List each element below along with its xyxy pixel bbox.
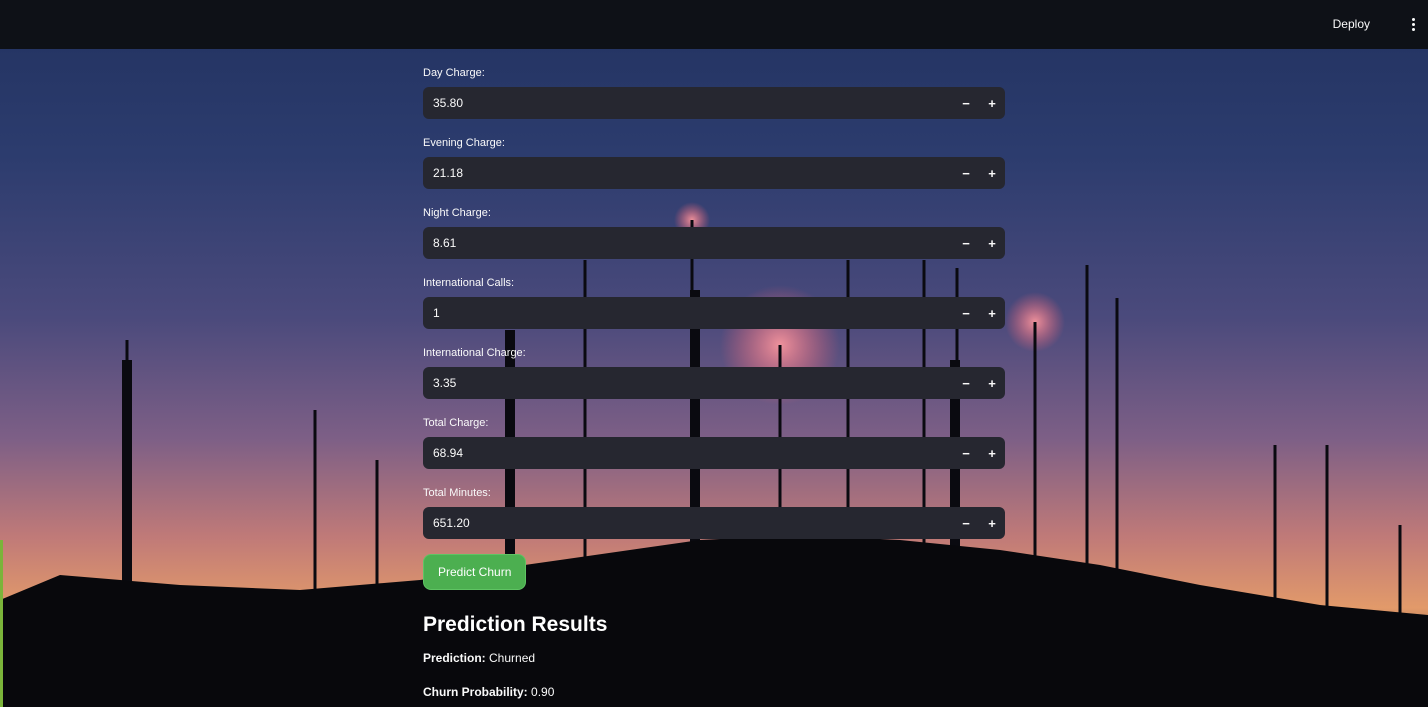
deploy-button[interactable]: Deploy xyxy=(1327,14,1376,34)
number-input: 21.18 − + xyxy=(423,157,1005,189)
decrement-button[interactable]: − xyxy=(953,87,979,119)
predict-churn-button[interactable]: Predict Churn xyxy=(423,554,527,590)
prediction-label: Prediction: xyxy=(423,651,486,665)
number-input: 1 − + xyxy=(423,297,1005,329)
field-label: Evening Charge: xyxy=(423,137,505,149)
evening-charge-field: Evening Charge: 21.18 − + xyxy=(423,136,1005,189)
field-label: International Calls: xyxy=(423,277,515,289)
number-input: 651.20 − + xyxy=(423,507,1005,539)
increment-button[interactable]: + xyxy=(979,157,1005,189)
prediction-result: Prediction: Churned xyxy=(423,650,1005,666)
number-input: 35.80 − + xyxy=(423,87,1005,119)
international-charge-field: International Charge: 3.35 − + xyxy=(423,346,1005,399)
number-input-value[interactable]: 8.61 xyxy=(423,236,953,250)
total-charge-field: Total Charge: 68.94 − + xyxy=(423,416,1005,469)
number-input: 3.35 − + xyxy=(423,367,1005,399)
vertical-ellipsis-icon[interactable] xyxy=(1404,14,1422,34)
increment-button[interactable]: + xyxy=(979,227,1005,259)
prediction-value: Churned xyxy=(489,651,536,665)
decrement-button[interactable]: − xyxy=(953,297,979,329)
increment-button[interactable]: + xyxy=(979,297,1005,329)
decrement-button[interactable]: − xyxy=(953,367,979,399)
field-label: International Charge: xyxy=(423,347,526,359)
increment-button[interactable]: + xyxy=(979,367,1005,399)
increment-button[interactable]: + xyxy=(979,87,1005,119)
results-heading: Prediction Results xyxy=(423,613,608,636)
field-label: Day Charge: xyxy=(423,67,485,79)
number-input-value[interactable]: 1 xyxy=(423,306,953,320)
international-calls-field: International Calls: 1 − + xyxy=(423,276,1005,329)
probability-result: Churn Probability: 0.90 xyxy=(423,684,1005,700)
day-charge-field: Day Charge: 35.80 − + xyxy=(423,66,1005,119)
decrement-button[interactable]: − xyxy=(953,157,979,189)
main-content: Day Charge: 35.80 − + Evening Charge: 21… xyxy=(423,49,1005,700)
decrement-button[interactable]: − xyxy=(953,507,979,539)
number-input-value[interactable]: 3.35 xyxy=(423,376,953,390)
field-label: Total Charge: xyxy=(423,417,489,429)
number-input: 68.94 − + xyxy=(423,437,1005,469)
number-input-value[interactable]: 35.80 xyxy=(423,96,953,110)
decrement-button[interactable]: − xyxy=(953,437,979,469)
probability-label: Churn Probability: xyxy=(423,685,528,699)
field-label: Total Minutes: xyxy=(423,487,491,499)
night-charge-field: Night Charge: 8.61 − + xyxy=(423,206,1005,259)
number-input: 8.61 − + xyxy=(423,227,1005,259)
total-minutes-field: Total Minutes: 651.20 − + xyxy=(423,486,1005,539)
increment-button[interactable]: + xyxy=(979,507,1005,539)
number-input-value[interactable]: 68.94 xyxy=(423,446,953,460)
app-header: Deploy xyxy=(0,0,1428,49)
increment-button[interactable]: + xyxy=(979,437,1005,469)
left-accent-bar xyxy=(0,540,3,707)
number-input-value[interactable]: 21.18 xyxy=(423,166,953,180)
decrement-button[interactable]: − xyxy=(953,227,979,259)
number-input-value[interactable]: 651.20 xyxy=(423,516,953,530)
probability-value: 0.90 xyxy=(531,685,555,699)
field-label: Night Charge: xyxy=(423,207,491,219)
